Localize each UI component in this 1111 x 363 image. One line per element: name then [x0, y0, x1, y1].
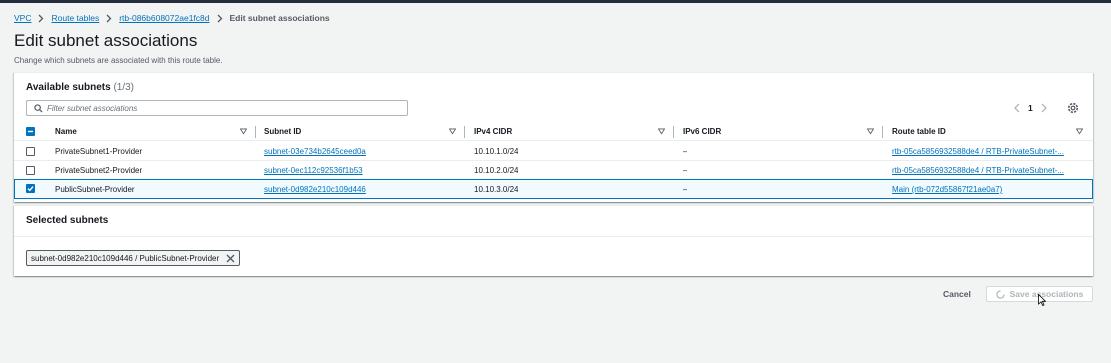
ipv6-cidr: – [683, 166, 688, 175]
chevron-right-icon [38, 14, 44, 23]
subnet-id-link[interactable]: subnet-03e734b2645ceed0a [264, 147, 366, 156]
subnet-name: PrivateSubnet2-Provider [55, 166, 143, 175]
pagination: 1 [1012, 102, 1049, 114]
route-table-link[interactable]: rtb-05ca5856932588de4 / RTB-PrivateSubne… [892, 147, 1064, 156]
subnet-name: PublicSubnet-Provider [55, 185, 135, 194]
ipv6-cidr: – [683, 147, 688, 156]
save-associations-label: Save associations [1009, 289, 1084, 299]
ipv4-cidr: 10.10.1.0/24 [474, 147, 519, 156]
breadcrumb: VPC Route tables rtb-086b608072ae1fc8d E… [14, 13, 330, 23]
column-divider[interactable] [673, 126, 674, 138]
filter-subnets-input[interactable] [47, 103, 397, 113]
row-checkbox[interactable] [26, 166, 35, 175]
cancel-button[interactable]: Cancel [943, 289, 971, 299]
breadcrumb-route-tables-link[interactable]: Route tables [51, 13, 99, 23]
chevron-right-icon [217, 14, 223, 23]
page-title: Edit subnet associations [14, 31, 198, 50]
route-table-link[interactable]: rtb-05ca5856932588de4 / RTB-PrivateSubne… [892, 166, 1064, 175]
table-row[interactable]: PrivateSubnet1-Provider subnet-03e734b26… [14, 142, 1093, 161]
column-divider[interactable] [464, 126, 465, 138]
selected-subnets-panel: Selected subnets subnet-0d982e210c109d44… [14, 205, 1093, 276]
ipv4-cidr: 10.10.2.0/24 [474, 166, 519, 175]
filter-icon[interactable] [449, 122, 456, 141]
row-checkbox-checked[interactable] [26, 184, 35, 193]
table-row-selected[interactable]: PublicSubnet-Provider subnet-0d982e210c1… [14, 179, 1093, 199]
divider [14, 236, 1093, 237]
column-name-label: Name [55, 127, 77, 136]
column-divider[interactable] [882, 126, 883, 138]
column-header-subnet-id[interactable]: Subnet ID [264, 122, 301, 141]
filter-icon[interactable] [867, 122, 874, 141]
available-subnets-heading: Available subnets (1/3) [26, 82, 134, 93]
column-divider[interactable] [255, 126, 256, 138]
top-navigation-bar [0, 0, 1111, 3]
filter-icon[interactable] [1076, 122, 1083, 141]
available-subnets-title: Available subnets [26, 82, 111, 93]
column-ipv4-label: IPv4 CIDR [474, 127, 513, 136]
next-page-icon[interactable] [1039, 102, 1049, 114]
column-header-ipv4-cidr[interactable]: IPv4 CIDR [474, 122, 512, 141]
column-route-table-label: Route table ID [892, 127, 946, 136]
page-description: Change which subnets are associated with… [14, 56, 223, 65]
route-table-link[interactable]: Main (rtb-072d55867f21ae0a7) [892, 185, 1002, 194]
spinner-icon [995, 289, 1005, 299]
chevron-right-icon [106, 14, 112, 23]
column-header-name[interactable]: Name [55, 122, 77, 141]
table-header: Name Subnet ID IPv4 CIDR IPv6 CIDR Route… [14, 122, 1093, 141]
available-subnets-count: (1/3) [113, 82, 135, 93]
token-label: subnet-0d982e210c109d446 / PublicSubnet-… [31, 253, 220, 263]
filter-icon[interactable] [658, 122, 665, 141]
previous-page-icon[interactable] [1012, 102, 1022, 114]
select-all-checkbox[interactable] [26, 127, 35, 136]
page-number[interactable]: 1 [1028, 103, 1033, 113]
table-row[interactable]: PrivateSubnet2-Provider subnet-0ec112c92… [14, 161, 1093, 180]
column-ipv6-label: IPv6 CIDR [683, 127, 722, 136]
column-subnet-id-label: Subnet ID [264, 127, 302, 136]
close-icon[interactable] [225, 253, 235, 263]
breadcrumb-vpc-link[interactable]: VPC [14, 13, 31, 23]
selected-subnets-title: Selected subnets [26, 215, 109, 226]
ipv4-cidr: 10.10.3.0/24 [474, 185, 519, 194]
subnet-id-link[interactable]: subnet-0d982e210c109d446 [264, 185, 366, 194]
search-icon [31, 101, 45, 115]
gear-icon[interactable] [1067, 102, 1079, 114]
breadcrumb-current: Edit subnet associations [229, 13, 330, 23]
filter-icon[interactable] [240, 122, 247, 141]
breadcrumb-route-table-link[interactable]: rtb-086b608072ae1fc8d [119, 13, 209, 23]
mouse-cursor-icon [1038, 293, 1047, 307]
subnet-id-link[interactable]: subnet-0ec112c92536f1b53 [264, 166, 363, 175]
selected-subnet-token: subnet-0d982e210c109d446 / PublicSubnet-… [26, 250, 241, 266]
available-subnets-panel: Available subnets (1/3) 1 Name Subnet ID [14, 72, 1093, 202]
column-header-route-table-id[interactable]: Route table ID [892, 122, 946, 141]
filter-subnets-input-wrapper [26, 100, 408, 116]
subnet-name: PrivateSubnet1-Provider [55, 147, 143, 156]
column-header-ipv6-cidr[interactable]: IPv6 CIDR [683, 122, 721, 141]
ipv6-cidr: – [683, 185, 688, 194]
row-checkbox[interactable] [26, 147, 35, 156]
